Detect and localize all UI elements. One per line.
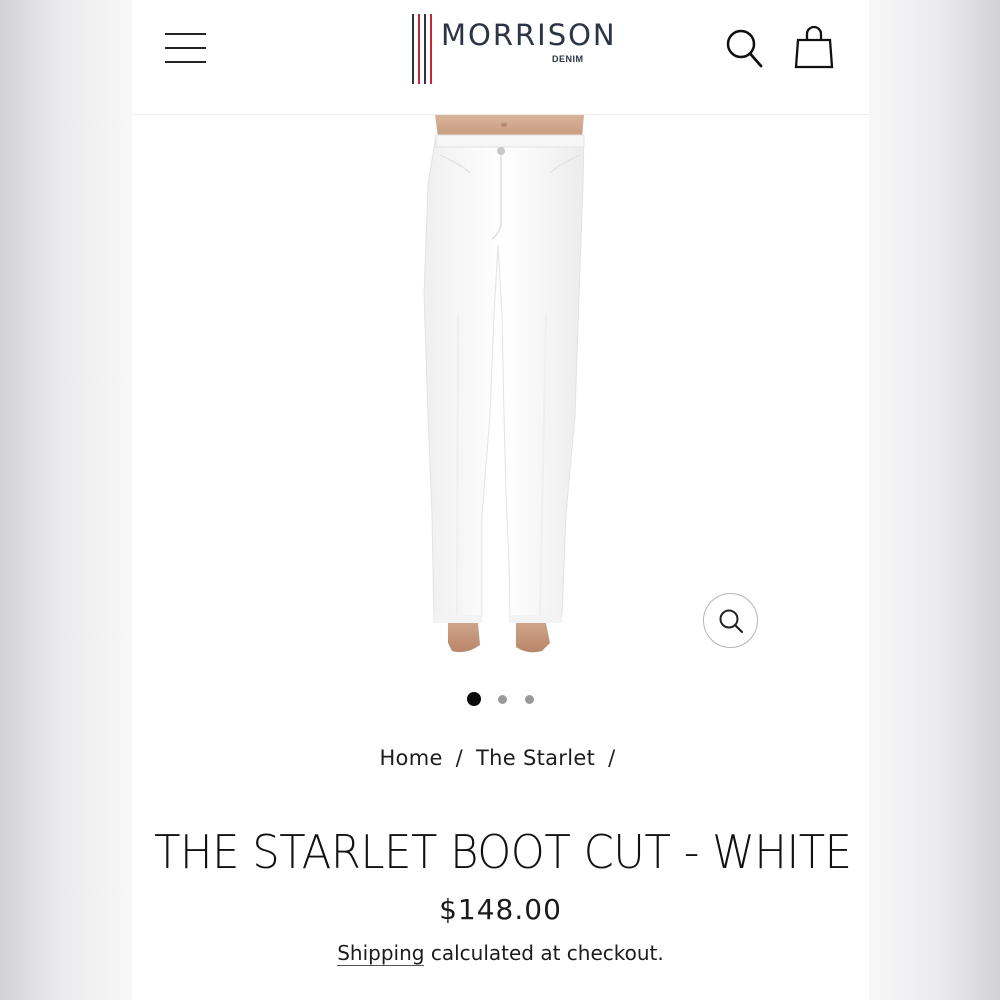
brand-name: MORRISON — [441, 18, 617, 52]
menu-icon-line — [165, 47, 206, 49]
menu-icon-line — [165, 33, 206, 35]
shipping-text: calculated at checkout. — [430, 941, 664, 965]
breadcrumb-separator: / — [608, 746, 616, 770]
search-icon — [726, 29, 763, 68]
search-button[interactable] — [724, 26, 764, 70]
logo-stripes-icon — [412, 14, 432, 84]
mobile-page: MORRISON DENIM Home / The Starlet / THE … — [132, 0, 869, 1000]
shopping-bag-icon — [794, 25, 834, 69]
brand-subtitle: DENIM — [552, 54, 584, 64]
product-image[interactable] — [132, 115, 869, 675]
product-title: THE STARLET BOOT CUT - WHITE — [154, 824, 852, 879]
shipping-note: Shipping calculated at checkout. — [132, 941, 869, 966]
gallery-dot-1[interactable] — [467, 692, 481, 706]
gallery-dot-3[interactable] — [525, 695, 534, 704]
cart-button[interactable] — [793, 24, 835, 70]
breadcrumb-home[interactable]: Home — [379, 746, 442, 770]
gallery-dot-2[interactable] — [498, 695, 507, 704]
product-price: $148.00 — [439, 893, 562, 926]
breadcrumb-collection[interactable]: The Starlet — [476, 746, 595, 770]
brand-logo[interactable]: MORRISON DENIM — [411, 12, 615, 86]
zoom-button[interactable] — [703, 593, 758, 648]
menu-icon-line — [165, 61, 206, 63]
breadcrumb: Home / The Starlet / — [132, 746, 869, 770]
gallery-pagination — [132, 690, 869, 710]
white-jeans-product-photo — [423, 115, 585, 653]
breadcrumb-separator: / — [455, 746, 464, 770]
shipping-link[interactable]: Shipping — [337, 941, 425, 966]
menu-button[interactable] — [165, 32, 207, 64]
zoom-search-icon — [719, 609, 744, 634]
site-header: MORRISON DENIM — [132, 0, 869, 115]
